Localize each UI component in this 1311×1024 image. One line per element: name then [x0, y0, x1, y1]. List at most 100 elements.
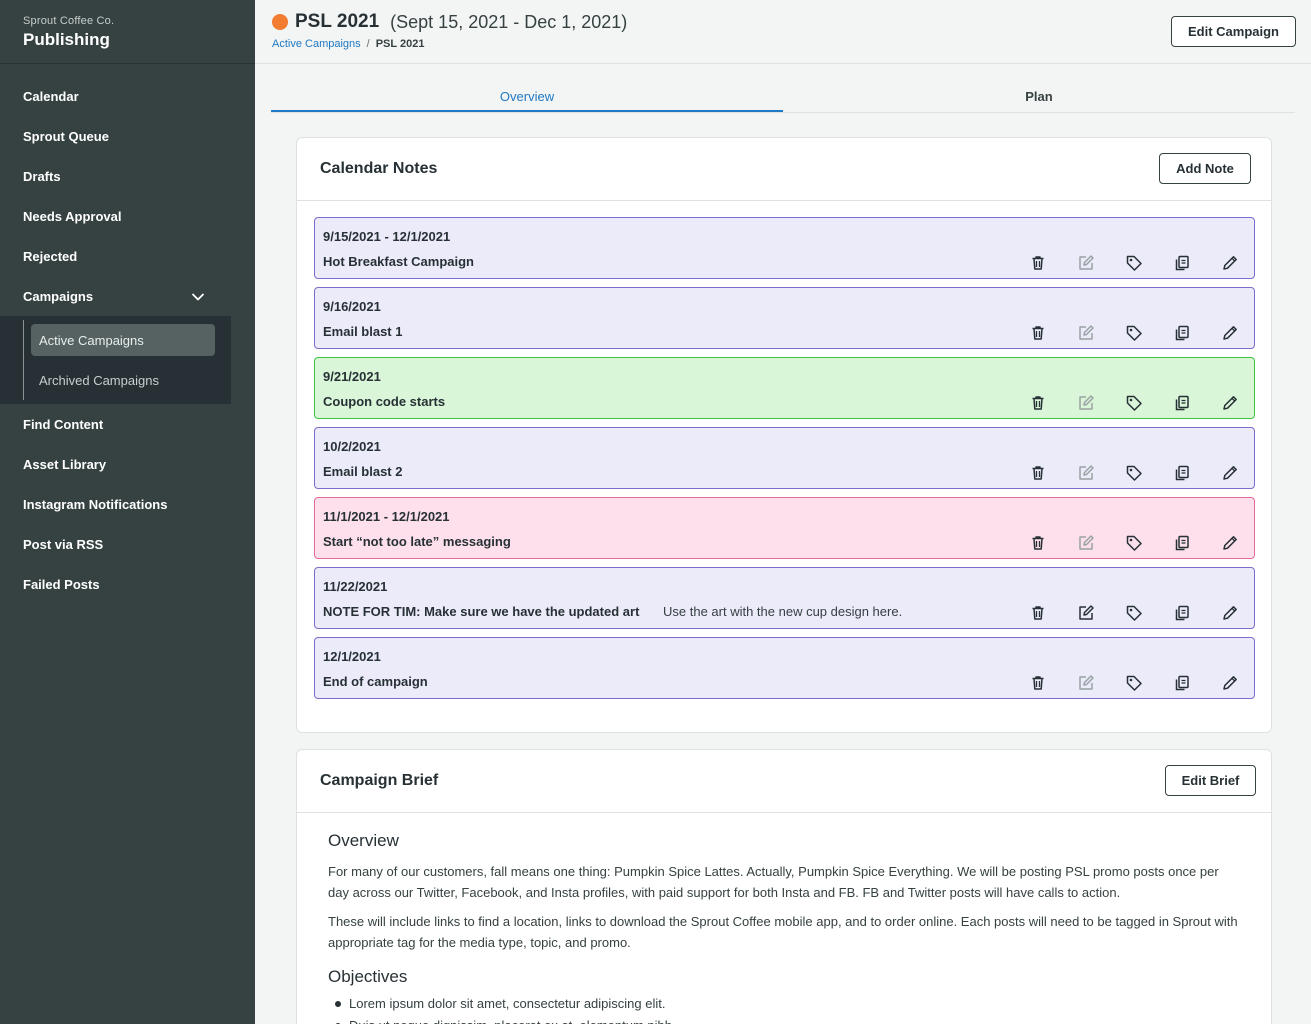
note-date: 9/21/2021 [323, 369, 381, 384]
objectives-list: Lorem ipsum dolor sit amet, consectetur … [328, 993, 1240, 1024]
calendar-notes-title: Calendar Notes [320, 160, 438, 177]
objectives-heading: Objectives [328, 967, 408, 986]
campaign-brief-panel: Campaign Brief Edit Brief Overview For m… [296, 749, 1272, 1024]
calendar-note[interactable]: 11/22/2021 NOTE FOR TIM: Make sure we hav… [314, 567, 1255, 629]
compose-icon[interactable] [1077, 604, 1095, 622]
sidebar-item-label: Asset Library [23, 456, 107, 472]
sidebar-item-sprout-queue[interactable]: Sprout Queue [0, 116, 255, 156]
org-name: Sprout Coffee Co. [23, 15, 115, 27]
sidebar-item-rejected[interactable]: Rejected [0, 236, 255, 276]
compose-icon[interactable] [1077, 324, 1095, 342]
tab-plan[interactable]: Plan [783, 80, 1295, 112]
campaign-brief-header: Campaign Brief Edit Brief [297, 750, 1271, 813]
tag-icon[interactable] [1125, 464, 1143, 482]
sidebar-item-find-content[interactable]: Find Content [0, 404, 255, 444]
sidebar-item-campaigns[interactable]: Campaigns [0, 276, 255, 316]
sidebar-item-archived-campaigns[interactable]: Archived Campaigns [0, 360, 231, 400]
sidebar: Sprout Coffee Co. Publishing Calendar Sp… [0, 0, 255, 1024]
sidebar-item-label: Needs Approval [23, 208, 122, 224]
copy-icon[interactable] [1173, 324, 1191, 342]
pencil-icon[interactable] [1221, 674, 1239, 692]
tag-icon[interactable] [1125, 324, 1143, 342]
calendar-note[interactable]: 9/15/2021 - 12/1/2021 Hot Breakfast Campa… [314, 217, 1255, 279]
copy-icon[interactable] [1173, 604, 1191, 622]
note-date: 12/1/2021 [323, 649, 381, 664]
brand: Sprout Coffee Co. Publishing [0, 0, 255, 64]
sidebar-item-calendar[interactable]: Calendar [0, 76, 255, 116]
calendar-notes-panel: Calendar Notes Add Note 9/15/2021 - 12/1… [296, 137, 1272, 733]
compose-icon[interactable] [1077, 534, 1095, 552]
note-title: NOTE FOR TIM: Make sure we have the upda… [323, 604, 640, 619]
trash-icon[interactable] [1029, 324, 1047, 342]
edit-campaign-button[interactable]: Edit Campaign [1171, 16, 1296, 47]
tag-icon[interactable] [1125, 674, 1143, 692]
compose-icon[interactable] [1077, 464, 1095, 482]
sidebar-item-label: Drafts [23, 168, 61, 184]
copy-icon[interactable] [1173, 254, 1191, 272]
note-date: 9/16/2021 [323, 299, 381, 314]
add-note-button[interactable]: Add Note [1159, 153, 1251, 184]
calendar-note[interactable]: 11/1/2021 - 12/1/2021 Start “not too late… [314, 497, 1255, 559]
tag-icon[interactable] [1125, 604, 1143, 622]
breadcrumb-link-active-campaigns[interactable]: Active Campaigns [272, 38, 361, 50]
chevron-down-icon[interactable] [191, 290, 205, 304]
objective-item: Lorem ipsum dolor sit amet, consectetur … [328, 993, 1240, 1015]
compose-icon[interactable] [1077, 394, 1095, 412]
note-description: Use the art with the new cup design here… [663, 604, 903, 619]
calendar-note[interactable]: 12/1/2021 End of campaign [314, 637, 1255, 699]
title-row: PSL 2021 (Sept 15, 2021 - Dec 1, 2021) [272, 11, 627, 33]
sidebar-item-active-campaigns[interactable]: Active Campaigns [0, 320, 231, 360]
note-title: Email blast 1 [323, 324, 403, 339]
note-title: Start “not too late” messaging [323, 534, 511, 549]
sidebar-item-label: Campaigns [23, 288, 94, 304]
tag-icon[interactable] [1125, 394, 1143, 412]
pencil-icon[interactable] [1221, 534, 1239, 552]
sidebar-item-label: Calendar [23, 88, 79, 104]
tab-bar: Overview Plan [271, 80, 1295, 113]
copy-icon[interactable] [1173, 394, 1191, 412]
campaign-brief-title: Campaign Brief [320, 772, 439, 789]
calendar-note[interactable]: 9/16/2021 Email blast 1 [314, 287, 1255, 349]
app-name: Publishing [23, 30, 110, 49]
tag-icon[interactable] [1125, 534, 1143, 552]
tab-overview[interactable]: Overview [271, 80, 783, 112]
sidebar-item-post-via-rss[interactable]: Post via RSS [0, 524, 255, 564]
compose-icon[interactable] [1077, 674, 1095, 692]
sidebar-item-label: Active Campaigns [31, 324, 215, 356]
subnav-rail [23, 360, 24, 400]
trash-icon[interactable] [1029, 464, 1047, 482]
compose-icon[interactable] [1077, 254, 1095, 272]
note-date: 11/1/2021 - 12/1/2021 [323, 509, 450, 524]
tag-icon[interactable] [1125, 254, 1143, 272]
calendar-note[interactable]: 10/2/2021 Email blast 2 [314, 427, 1255, 489]
trash-icon[interactable] [1029, 534, 1047, 552]
pencil-icon[interactable] [1221, 604, 1239, 622]
page-title: PSL 2021 [295, 11, 380, 32]
sidebar-item-drafts[interactable]: Drafts [0, 156, 255, 196]
pencil-icon[interactable] [1221, 394, 1239, 412]
sidebar-item-label: Failed Posts [23, 576, 100, 592]
note-title: End of campaign [323, 674, 428, 689]
sidebar-item-label: Archived Campaigns [39, 372, 159, 388]
copy-icon[interactable] [1173, 534, 1191, 552]
sidebar-item-instagram-notifications[interactable]: Instagram Notifications [0, 484, 255, 524]
pencil-icon[interactable] [1221, 464, 1239, 482]
trash-icon[interactable] [1029, 254, 1047, 272]
copy-icon[interactable] [1173, 674, 1191, 692]
brief-body: Overview For many of our customers, fall… [297, 813, 1271, 1024]
copy-icon[interactable] [1173, 464, 1191, 482]
trash-icon[interactable] [1029, 394, 1047, 412]
note-title: Coupon code starts [323, 394, 446, 409]
pencil-icon[interactable] [1221, 324, 1239, 342]
sidebar-item-needs-approval[interactable]: Needs Approval [0, 196, 255, 236]
sidebar-item-asset-library[interactable]: Asset Library [0, 444, 255, 484]
note-date: 10/2/2021 [323, 439, 381, 454]
trash-icon[interactable] [1029, 674, 1047, 692]
trash-icon[interactable] [1029, 604, 1047, 622]
sidebar-item-label: Rejected [23, 248, 78, 264]
calendar-note[interactable]: 9/21/2021 Coupon code starts [314, 357, 1255, 419]
pencil-icon[interactable] [1221, 254, 1239, 272]
edit-brief-button[interactable]: Edit Brief [1165, 765, 1256, 796]
sidebar-item-label: Instagram Notifications [23, 496, 168, 512]
sidebar-item-failed-posts[interactable]: Failed Posts [0, 564, 255, 604]
